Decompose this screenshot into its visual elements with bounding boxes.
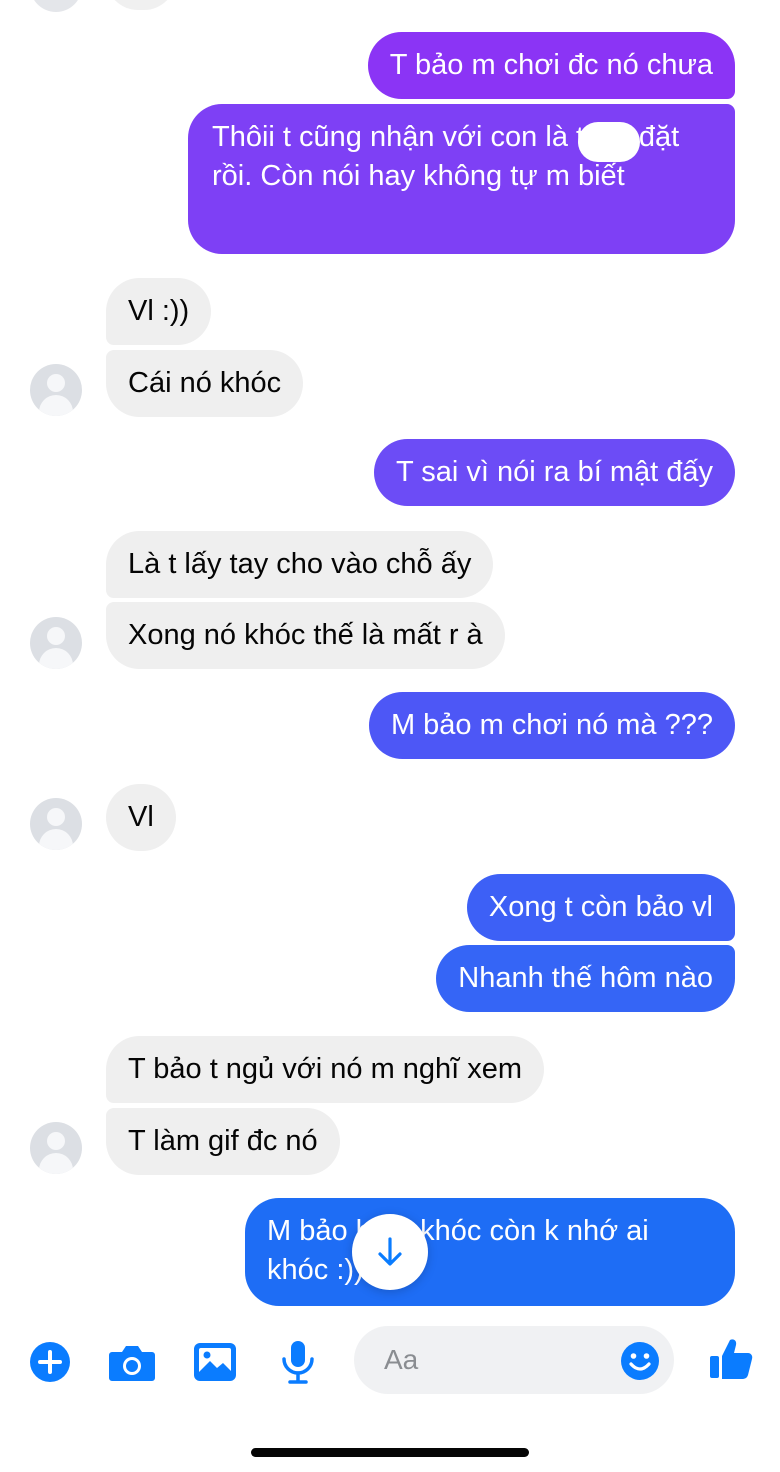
message-bubble-outgoing[interactable]: M bảo m chơi nó mà ??? — [368, 692, 735, 759]
camera-icon — [109, 1346, 155, 1381]
message-bubble-outgoing[interactable]: Xong t còn bảo vl — [466, 874, 735, 941]
message-bubble-incoming[interactable]: Là t lấy tay cho vào chỗ ấy — [106, 531, 494, 598]
microphone-icon — [282, 1341, 314, 1384]
message-input-placeholder: Aa — [384, 1344, 419, 1375]
avatar-partial — [30, 0, 82, 12]
message-text: T bảo m chơi đc nó chưa — [389, 49, 713, 81]
plus-circle-icon — [30, 1342, 70, 1382]
message-text: M bảo m chơi nó mà ??? — [390, 709, 713, 741]
message-text: Nhanh thế hôm nào — [458, 962, 713, 994]
scroll-to-bottom-button[interactable] — [352, 1214, 428, 1290]
message-bubble-incoming[interactable]: T làm gif đc nó — [106, 1108, 340, 1175]
message-text: Xong nó khóc thế là mất r à — [128, 619, 483, 651]
camera-button[interactable] — [106, 1340, 158, 1384]
avatar[interactable] — [30, 617, 82, 669]
message-bubble-outgoing[interactable]: Thôii t cũng nhận với con là t bịa đặt r… — [188, 104, 735, 254]
gallery-button[interactable] — [192, 1340, 238, 1384]
message-text: M bảo hôm khóc còn k nhớ ai khóc :)) — [267, 1215, 649, 1286]
message-composer: Aa — [0, 1310, 780, 1472]
message-text: Xong t còn bảo vl — [488, 891, 713, 923]
avatar[interactable] — [30, 1122, 82, 1174]
message-bubble-outgoing[interactable]: Nhanh thế hôm nào — [436, 945, 735, 1012]
add-button[interactable] — [28, 1340, 72, 1384]
message-text: Là t lấy tay cho vào chỗ ấy — [128, 548, 472, 580]
message-text: T sai vì nói ra bí mật đấy — [396, 456, 713, 488]
message-bubble-incoming[interactable]: Cái nó khóc — [106, 350, 304, 417]
voice-button[interactable] — [278, 1340, 318, 1384]
message-text: T bảo t ngủ với nó m nghĩ xem — [128, 1053, 523, 1085]
message-text: Cái nó khóc — [128, 367, 282, 399]
message-bubble-incoming[interactable]: Vl :)) — [106, 278, 212, 345]
message-bubble-partial — [106, 0, 176, 10]
message-bubble-outgoing[interactable]: M bảo hôm khóc còn k nhớ ai khóc :)) — [245, 1198, 735, 1306]
like-thumbs-up-icon — [710, 1339, 753, 1379]
emoji-icon — [621, 1342, 659, 1380]
home-indicator — [251, 1448, 529, 1457]
avatar[interactable] — [30, 364, 82, 416]
message-text: Vl :)) — [128, 295, 190, 327]
like-button[interactable] — [706, 1334, 756, 1384]
message-bubble-incoming[interactable]: Xong nó khóc thế là mất r à — [106, 602, 505, 669]
message-input[interactable]: Aa — [354, 1326, 674, 1394]
message-text: T làm gif đc nó — [128, 1125, 318, 1157]
message-text: Vl — [128, 801, 154, 833]
redaction-blob — [578, 122, 640, 162]
message-bubble-incoming[interactable]: Vl — [106, 784, 176, 851]
arrow-down-icon — [378, 1237, 402, 1266]
emoji-button[interactable] — [620, 1341, 660, 1381]
message-bubble-outgoing[interactable]: T sai vì nói ra bí mật đấy — [374, 439, 735, 506]
message-bubble-outgoing[interactable]: T bảo m chơi đc nó chưa — [367, 32, 735, 99]
avatar[interactable] — [30, 798, 82, 850]
gallery-icon — [194, 1343, 236, 1381]
message-bubble-incoming[interactable]: T bảo t ngủ với nó m nghĩ xem — [106, 1036, 545, 1103]
